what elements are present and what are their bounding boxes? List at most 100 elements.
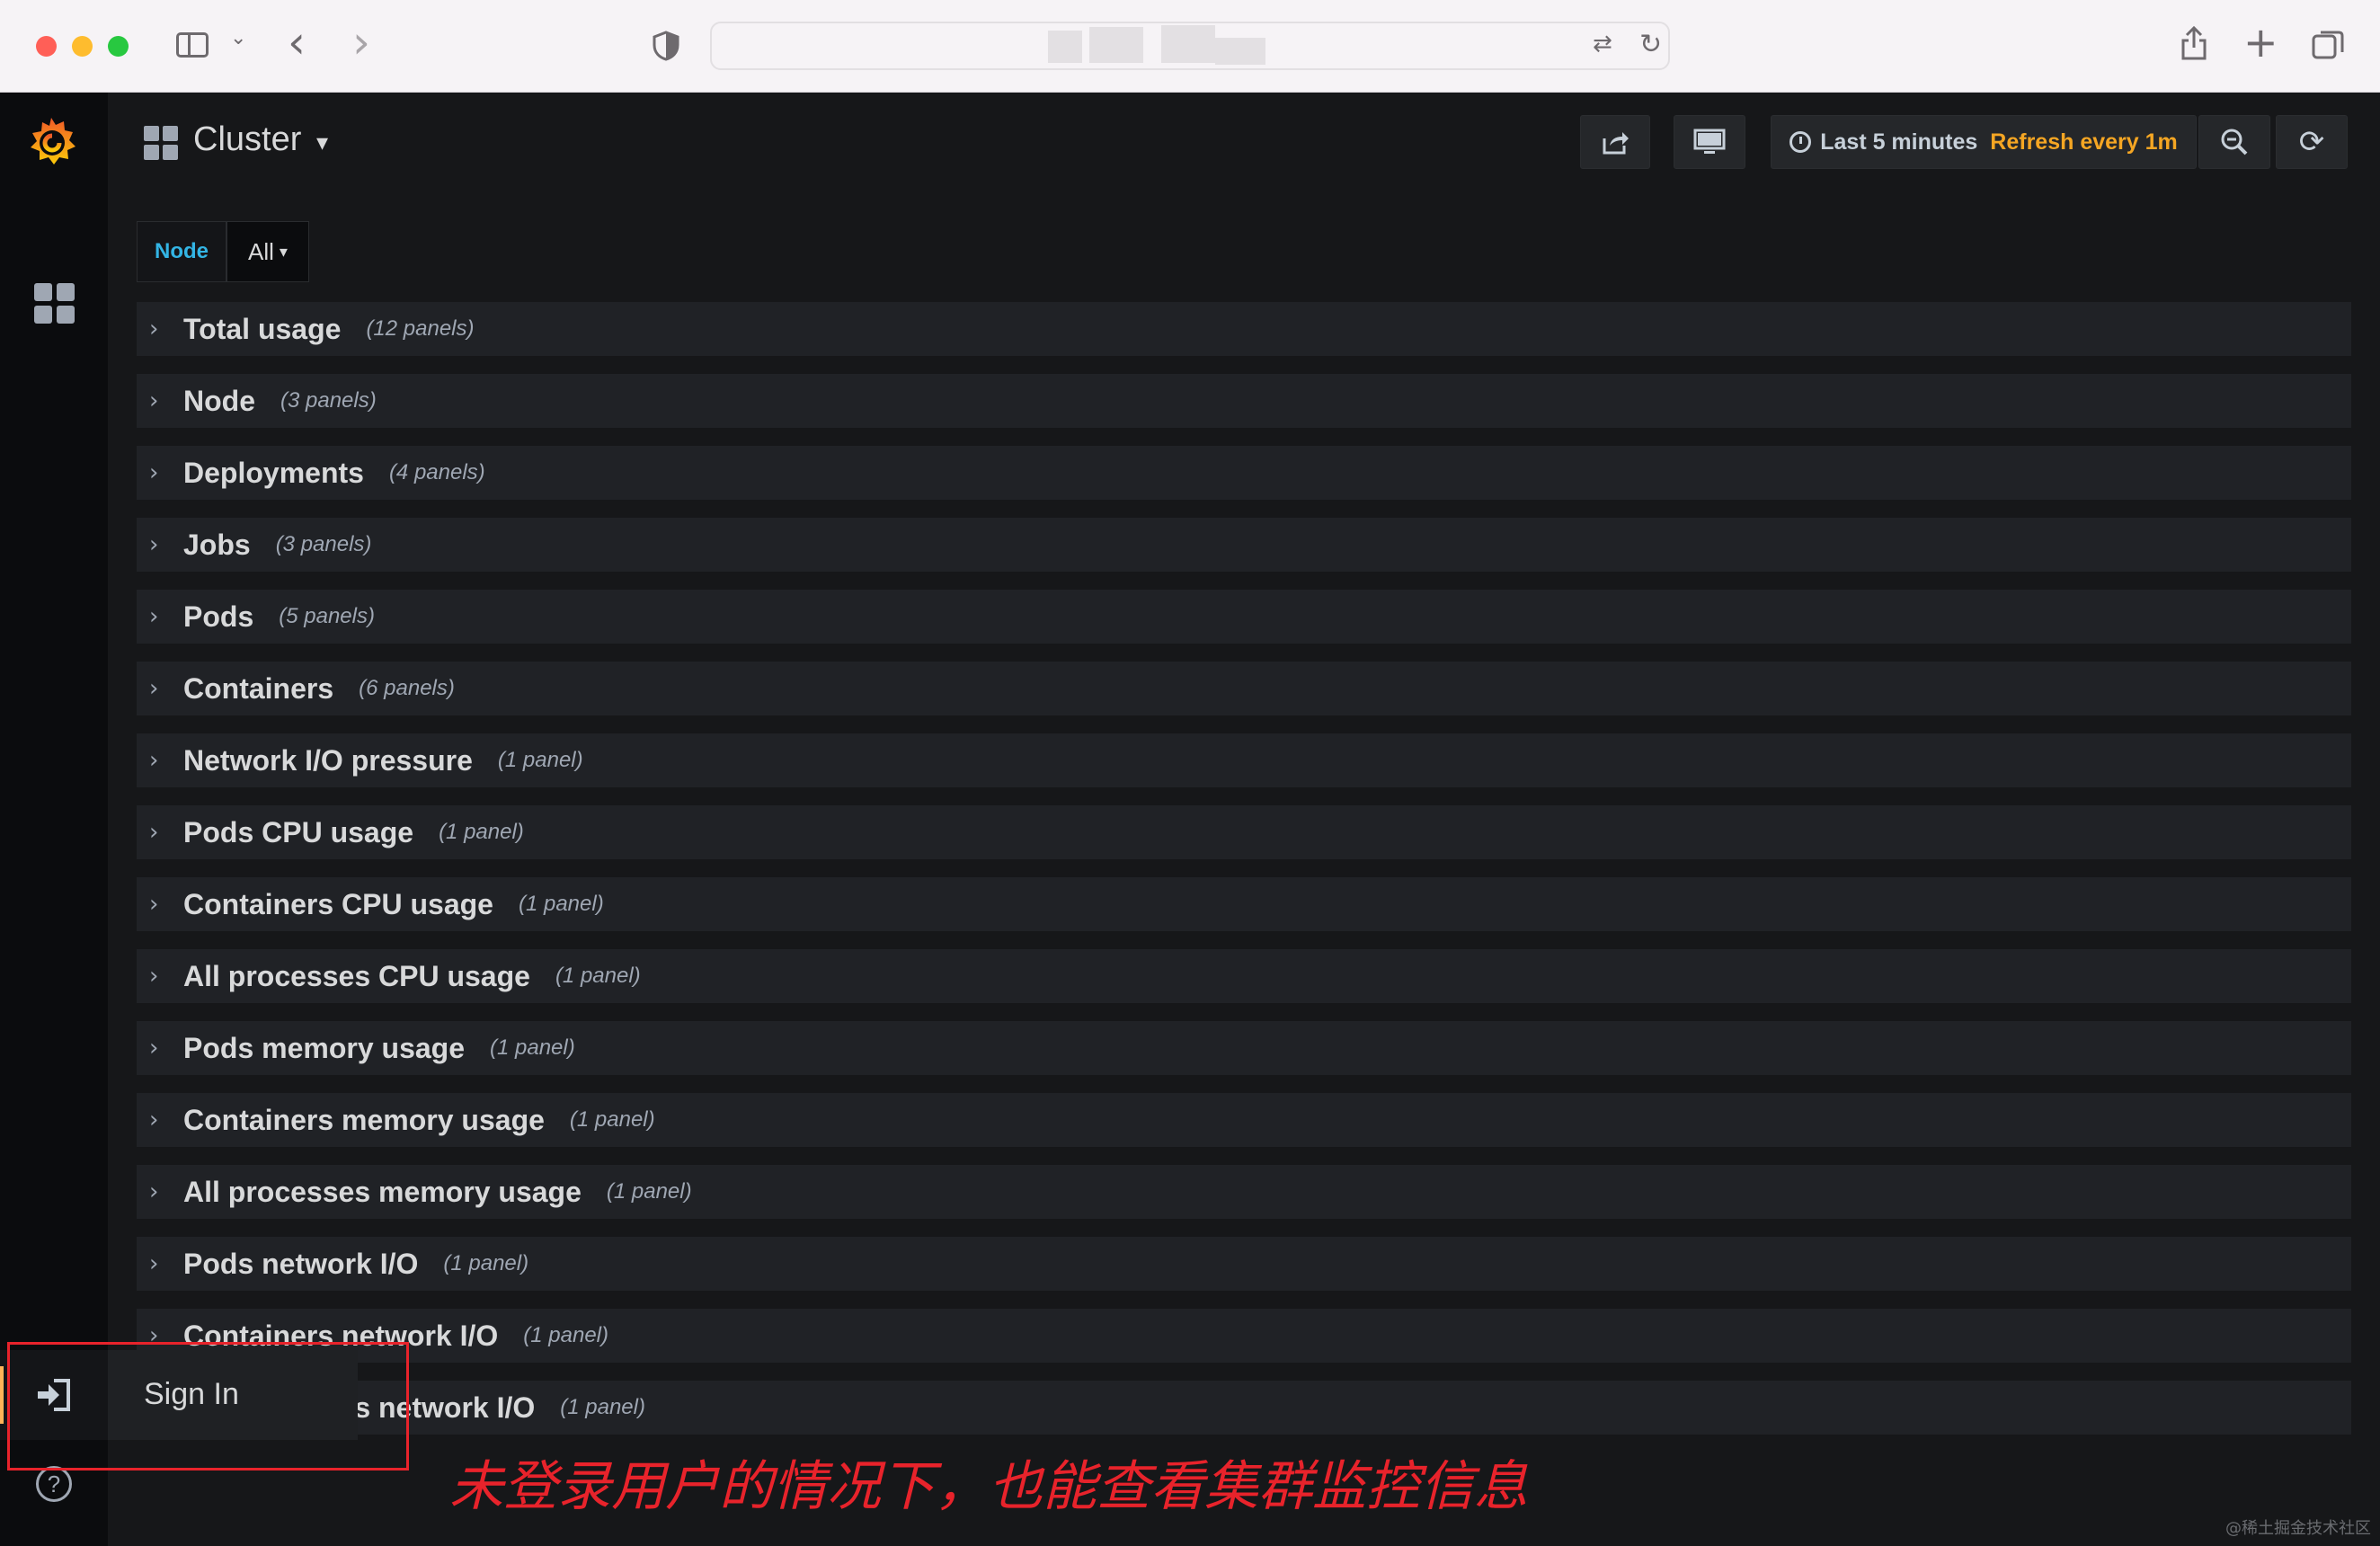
translate-icon[interactable]: ⇄ bbox=[1593, 31, 1612, 58]
row-panel-count: (3 panels) bbox=[280, 388, 377, 413]
row-panel-count: (1 panel) bbox=[497, 748, 583, 772]
refresh-dashboard-button[interactable]: ⟳ bbox=[2276, 115, 2348, 169]
chevron-right-icon: › bbox=[149, 1106, 159, 1133]
chevron-down-icon[interactable]: ⌄ bbox=[230, 27, 246, 49]
row-panel-count: (1 panel) bbox=[555, 964, 641, 988]
chevron-right-icon: › bbox=[149, 459, 159, 486]
row-containers-memory-usage[interactable]: › Containers memory usage (1 panel) bbox=[137, 1093, 2351, 1147]
share-icon bbox=[1603, 132, 1629, 155]
help-icon[interactable]: ? bbox=[36, 1466, 72, 1502]
watermark: @稀土掘金技术社区 bbox=[2225, 1519, 2371, 1538]
tabs-overview-icon[interactable] bbox=[2312, 29, 2344, 61]
row-title: Node bbox=[183, 384, 255, 417]
back-icon[interactable]: ‹ bbox=[288, 16, 306, 68]
chevron-right-icon: › bbox=[149, 315, 159, 342]
shield-icon[interactable] bbox=[653, 31, 679, 61]
share-dashboard-button[interactable] bbox=[1580, 115, 1650, 169]
row-all-processes-cpu-usage[interactable]: › All processes CPU usage (1 panel) bbox=[137, 949, 2351, 1003]
row-title: Containers memory usage bbox=[183, 1103, 545, 1136]
new-tab-icon[interactable]: + bbox=[2243, 18, 2278, 67]
reload-icon[interactable]: ↻ bbox=[1639, 29, 1662, 60]
row-title: Containers CPU usage bbox=[183, 887, 493, 920]
row-title: Containers bbox=[183, 671, 334, 705]
forward-icon[interactable]: › bbox=[352, 16, 370, 68]
row-containers[interactable]: › Containers (6 panels) bbox=[137, 662, 2351, 715]
row-panel-count: (5 panels) bbox=[279, 604, 375, 628]
row-containers-cpu-usage[interactable]: › Containers CPU usage (1 panel) bbox=[137, 877, 2351, 931]
row-deployments[interactable]: › Deployments (4 panels) bbox=[137, 446, 2351, 500]
variable-value: All bbox=[248, 237, 274, 265]
chevron-right-icon: › bbox=[149, 603, 159, 630]
row-panel-count: (1 panel) bbox=[443, 1251, 529, 1275]
row-title: Jobs bbox=[183, 528, 251, 561]
row-pods-memory-usage[interactable]: › Pods memory usage (1 panel) bbox=[137, 1021, 2351, 1075]
sign-in-active-indicator bbox=[0, 1366, 4, 1424]
sidebar: ? bbox=[0, 93, 108, 1546]
close-window-button[interactable] bbox=[36, 36, 57, 57]
chevron-right-icon: › bbox=[149, 675, 159, 702]
chevron-right-icon: › bbox=[149, 819, 159, 846]
row-title: Total usage bbox=[183, 312, 342, 345]
chevron-right-icon: › bbox=[149, 963, 159, 990]
chevron-right-icon: › bbox=[149, 531, 159, 558]
chevron-right-icon: › bbox=[149, 387, 159, 414]
share-icon[interactable] bbox=[2180, 25, 2207, 61]
row-pods-network-io[interactable]: › Pods network I/O (1 panel) bbox=[137, 1237, 2351, 1291]
row-panel-count: (1 panel) bbox=[560, 1395, 645, 1419]
row-panel-count: (1 panel) bbox=[569, 1107, 655, 1132]
row-title: All processes CPU usage bbox=[183, 959, 530, 992]
highlight-box bbox=[7, 1342, 409, 1470]
row-panel-count: (1 panel) bbox=[490, 1035, 575, 1060]
sidebar-toggle-icon[interactable] bbox=[176, 32, 209, 58]
row-panel-count: (1 panel) bbox=[439, 820, 524, 844]
row-all-processes-network-io[interactable]: ›All processes network I/O(1 panel) bbox=[137, 1381, 2351, 1435]
chevron-right-icon: › bbox=[149, 1178, 159, 1205]
refresh-interval-label: Refresh every 1m bbox=[1990, 129, 2178, 155]
dashboard-rows: › Total usage (12 panels) › Node (3 panels) … bbox=[137, 302, 2351, 1453]
caret-down-icon: ▾ bbox=[315, 129, 328, 156]
row-pods[interactable]: › Pods (5 panels) bbox=[137, 590, 2351, 644]
row-title: Network I/O pressure bbox=[183, 743, 473, 777]
clock-icon bbox=[1789, 131, 1812, 153]
address-bar[interactable]: ⇄ ↻ bbox=[710, 22, 1670, 70]
row-all-processes-memory-usage[interactable]: › All processes memory usage (1 panel) bbox=[137, 1165, 2351, 1219]
dashboard-title: Cluster bbox=[193, 120, 302, 158]
zoom-out-button[interactable] bbox=[2198, 115, 2270, 169]
dashboard-grid-icon bbox=[144, 126, 178, 160]
zoom-window-button[interactable] bbox=[108, 36, 129, 57]
dashboards-icon[interactable] bbox=[34, 283, 75, 324]
time-range-label: Last 5 minutes bbox=[1820, 129, 1978, 155]
row-panel-count: (1 panel) bbox=[523, 1323, 609, 1347]
row-title: Pods network I/O bbox=[183, 1247, 419, 1280]
row-panel-count: (1 panel) bbox=[518, 892, 604, 916]
row-title: Pods CPU usage bbox=[183, 815, 414, 849]
chevron-right-icon: › bbox=[149, 1250, 159, 1277]
row-node[interactable]: › Node (3 panels) bbox=[137, 374, 2351, 428]
row-pods-cpu-usage[interactable]: › Pods CPU usage (1 panel) bbox=[137, 805, 2351, 859]
time-picker-button[interactable]: Last 5 minutes Refresh every 1m bbox=[1771, 115, 2197, 169]
row-network-io-pressure[interactable]: › Network I/O pressure (1 panel) bbox=[137, 733, 2351, 787]
row-containers-network-io[interactable]: › Containers network I/O (1 panel) bbox=[137, 1309, 2351, 1363]
row-panel-count: (3 panels) bbox=[275, 532, 372, 556]
browser-toolbar: ⌄ ‹ › ⇄ ↻ + bbox=[0, 0, 2380, 93]
monitor-icon bbox=[1693, 129, 1726, 154]
row-jobs[interactable]: › Jobs (3 panels) bbox=[137, 518, 2351, 572]
row-title: All processes memory usage bbox=[183, 1175, 582, 1208]
row-total-usage[interactable]: › Total usage (12 panels) bbox=[137, 302, 2351, 356]
dashboard-title-button[interactable]: Cluster ▾ bbox=[193, 120, 328, 159]
chevron-right-icon: › bbox=[149, 747, 159, 774]
annotation-text: 未登录用户的情况下，也能查看集群监控信息 bbox=[449, 1455, 1528, 1518]
zoom-out-icon bbox=[2221, 129, 2248, 155]
variable-label-node: Node bbox=[137, 221, 226, 282]
chevron-right-icon: › bbox=[149, 1035, 159, 1062]
variable-select-node[interactable]: All ▾ bbox=[226, 221, 309, 282]
tv-mode-button[interactable] bbox=[1674, 115, 1745, 169]
row-title: Pods bbox=[183, 600, 254, 633]
row-panel-count: (4 panels) bbox=[388, 460, 485, 484]
grafana-logo-icon[interactable] bbox=[22, 112, 81, 172]
row-title: Deployments bbox=[183, 456, 364, 489]
row-panel-count: (1 panel) bbox=[606, 1179, 692, 1204]
minimize-window-button[interactable] bbox=[72, 36, 93, 57]
chevron-right-icon: › bbox=[149, 891, 159, 918]
caret-down-icon: ▾ bbox=[279, 242, 288, 262]
